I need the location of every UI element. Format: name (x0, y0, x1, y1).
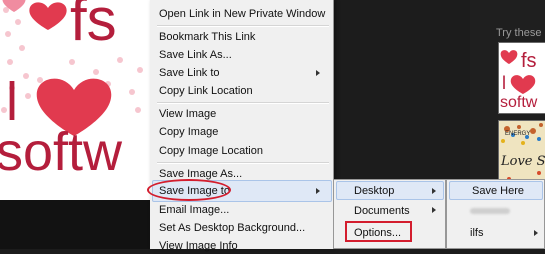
submenu-item-blurred[interactable] (470, 208, 510, 214)
thumbnail2-line1: ENERGY (505, 131, 530, 137)
chevron-right-icon (432, 188, 436, 194)
page-footer-area (0, 200, 150, 249)
annotation-red-oval (147, 179, 231, 201)
chevron-right-icon (432, 207, 436, 213)
menu-item-save-link-to[interactable]: Save Link to (159, 65, 220, 81)
logo-text-bottom: softw (0, 122, 123, 182)
submenu-item-save-here[interactable]: Save Here (472, 183, 524, 199)
logo-text-top: fs (70, 0, 117, 53)
chevron-right-icon (534, 230, 538, 236)
menu-item-save-link-as[interactable]: Save Link As... (159, 47, 232, 63)
thumbnail1-line3: softw (500, 94, 538, 111)
annotation-red-box (345, 221, 412, 242)
menu-item-view-image-info[interactable]: View Image Info (159, 238, 238, 254)
menu-item-copy-link-location[interactable]: Copy Link Location (159, 83, 253, 99)
page-image[interactable]: fs l softw (0, 0, 150, 200)
thumbnail-fs[interactable]: fs l softw (498, 42, 545, 114)
menu-separator (157, 162, 329, 164)
menu-separator (157, 25, 329, 27)
thumbnail1-line2: l (502, 73, 506, 93)
menu-item-copy-image-location[interactable]: Copy Image Location (159, 143, 263, 159)
menu-item-email-image[interactable]: Email Image... (159, 202, 229, 218)
menu-item-set-desktop-background[interactable]: Set As Desktop Background... (159, 220, 305, 236)
right-panel-heading: Try these (496, 27, 542, 39)
submenu-item-folder[interactable]: ilfs (470, 225, 483, 241)
menu-item-view-image[interactable]: View Image (159, 106, 216, 122)
submenu-item-desktop[interactable]: Desktop (354, 183, 394, 199)
thumbnail2-line2: Love S (500, 154, 545, 169)
menu-item-copy-image[interactable]: Copy Image (159, 124, 218, 140)
menu-item-open-private-window[interactable]: Open Link in New Private Window (159, 6, 325, 22)
thumbnail1-line1: fs (521, 50, 537, 72)
menu-item-bookmark-link[interactable]: Bookmark This Link (159, 29, 255, 45)
menu-separator (157, 102, 329, 104)
chevron-right-icon (316, 70, 320, 76)
chevron-right-icon (316, 188, 320, 194)
submenu-item-documents[interactable]: Documents (354, 203, 410, 219)
